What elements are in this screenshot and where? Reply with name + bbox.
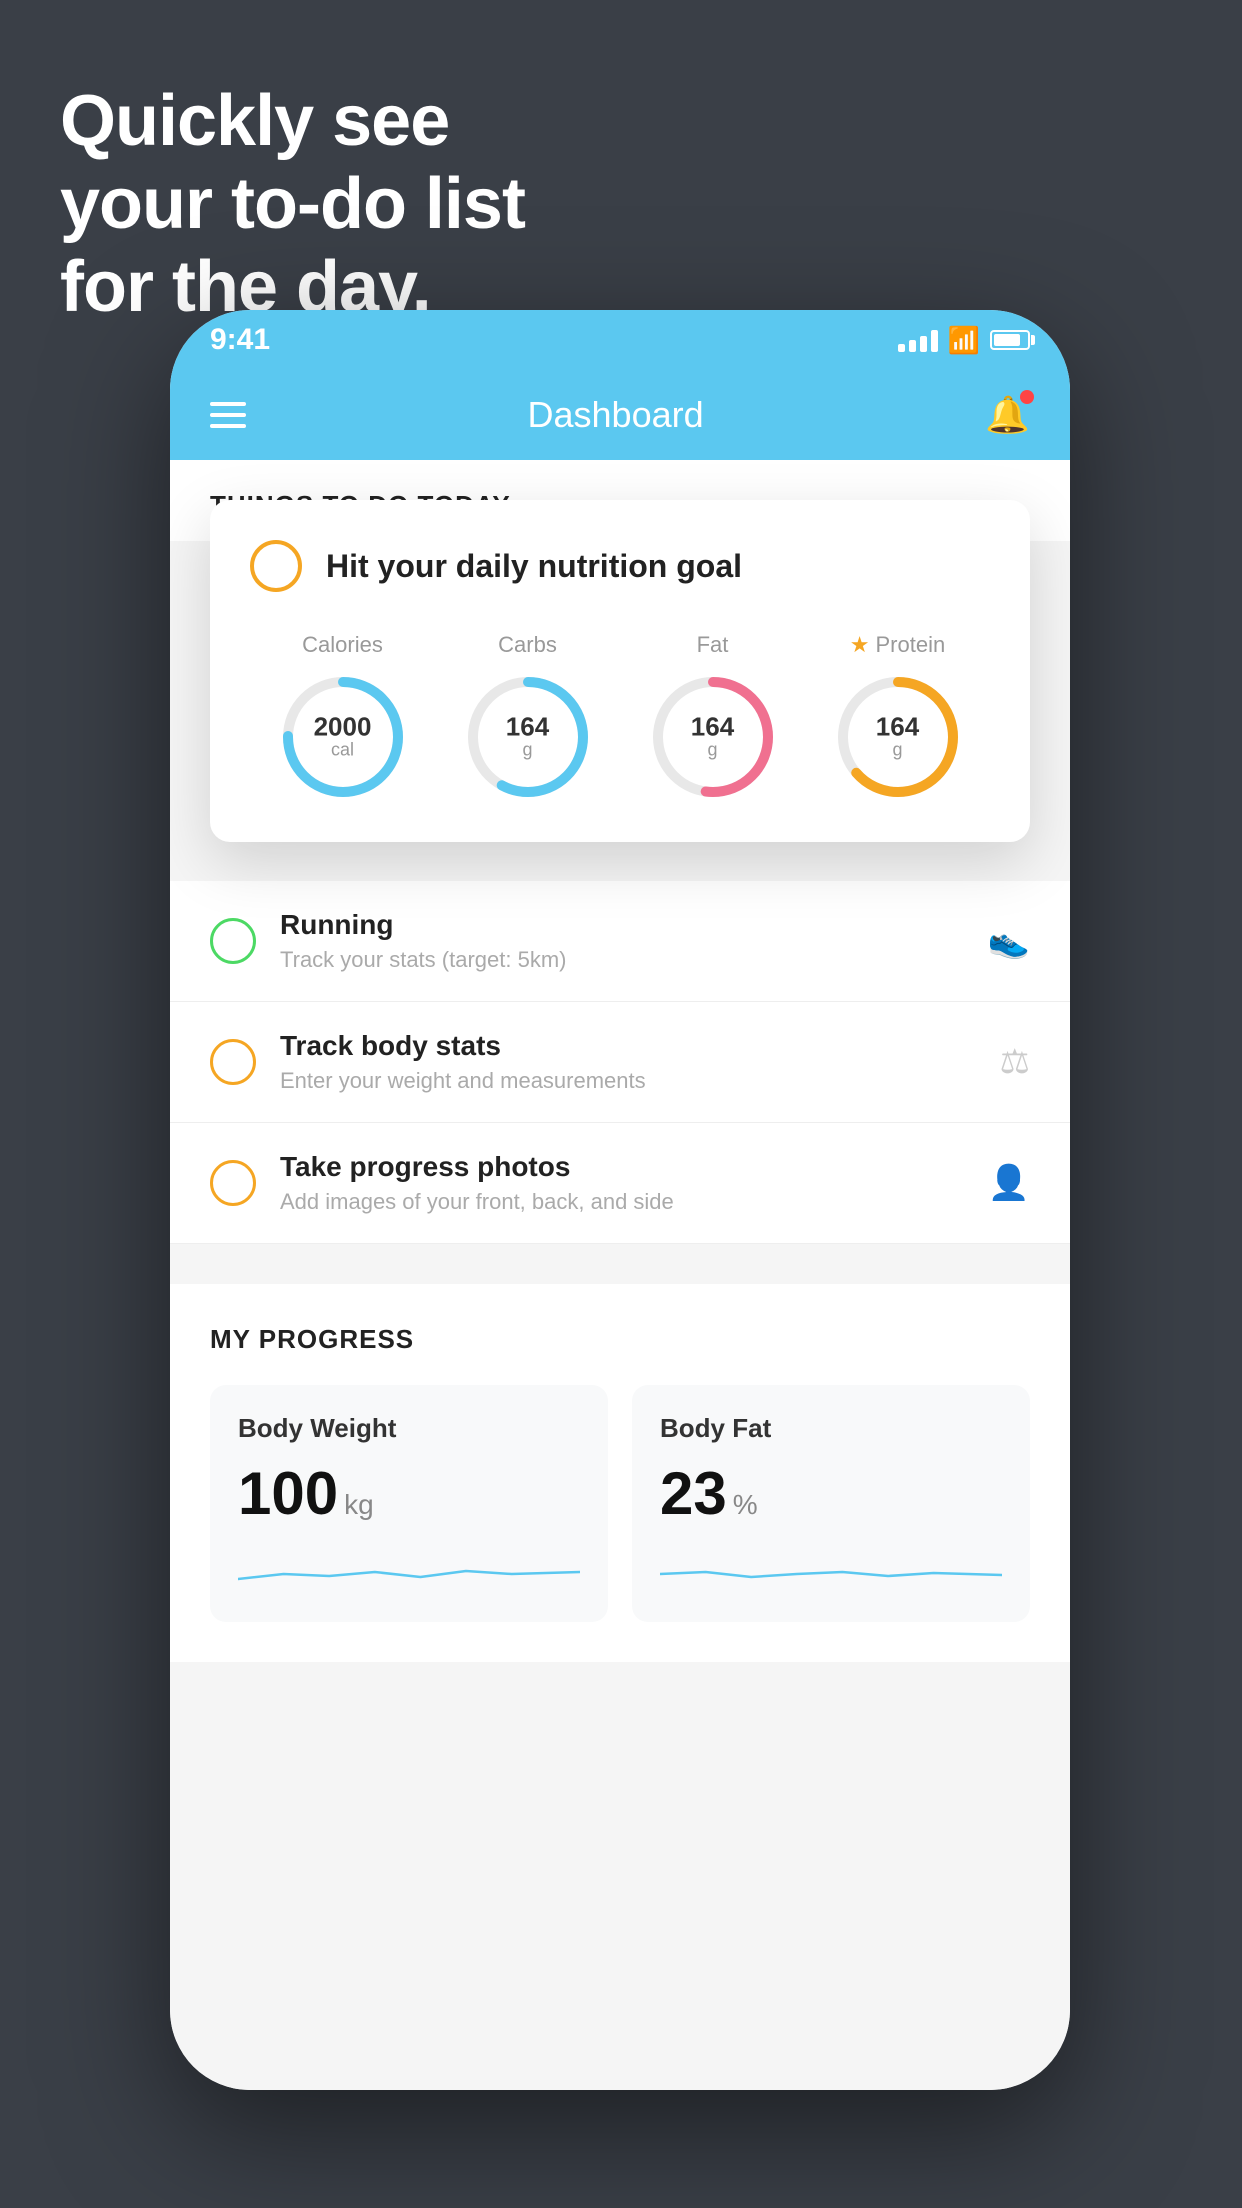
running-subtitle: Track your stats (target: 5km) [280,947,964,973]
star-icon: ★ [850,632,870,658]
person-icon: 👤 [988,1163,1030,1203]
todo-list: Running Track your stats (target: 5km) 👟… [170,881,1070,1244]
calories-unit: cal [314,740,372,761]
protein-label: ★ Protein [850,632,945,658]
running-check-circle[interactable] [210,918,256,964]
shoe-icon: 👟 [988,921,1030,961]
notification-dot [1020,390,1034,404]
content-area: THINGS TO DO TODAY Hit your daily nutrit… [170,460,1070,2090]
signal-icon [898,328,938,352]
body-weight-chart [238,1544,580,1594]
body-fat-card: Body Fat 23% [632,1385,1030,1622]
body-fat-chart [660,1544,1002,1594]
body-fat-label: Body Fat [660,1413,1002,1444]
body-stats-subtitle: Enter your weight and measurements [280,1068,976,1094]
fat-label: Fat [697,632,729,658]
fat-unit: g [691,740,734,761]
progress-title: MY PROGRESS [210,1324,1030,1355]
hamburger-menu[interactable] [210,402,246,428]
nutrition-row: Calories 2000 cal Carbs [250,632,990,802]
carbs-donut: 164 g [463,672,593,802]
progress-cards: Body Weight 100kg Body Fat 23% [210,1385,1030,1622]
body-weight-card: Body Weight 100kg [210,1385,608,1622]
nutrition-protein: ★ Protein 164 g [833,632,963,802]
calories-value: 2000 [314,714,372,740]
body-stats-text: Track body stats Enter your weight and m… [280,1030,976,1094]
card-title: Hit your daily nutrition goal [326,548,742,585]
carbs-value: 164 [506,714,549,740]
hero-text: Quickly see your to-do list for the day. [60,80,525,328]
fat-donut: 164 g [648,672,778,802]
nav-bar: Dashboard 🔔 [170,370,1070,460]
nutrition-fat: Fat 164 g [648,632,778,802]
card-header: Hit your daily nutrition goal [250,540,990,592]
body-weight-value: 100kg [238,1464,580,1524]
notification-bell[interactable]: 🔔 [985,394,1030,436]
running-text: Running Track your stats (target: 5km) [280,909,964,973]
body-stats-check-circle[interactable] [210,1039,256,1085]
wifi-icon: 📶 [948,325,980,356]
photos-title: Take progress photos [280,1151,964,1183]
body-weight-label: Body Weight [238,1413,580,1444]
todo-running[interactable]: Running Track your stats (target: 5km) 👟 [170,881,1070,1002]
body-fat-unit: % [733,1489,758,1520]
protein-value: 164 [876,714,919,740]
nutrition-carbs: Carbs 164 g [463,632,593,802]
calories-label: Calories [302,632,383,658]
status-time: 9:41 [210,323,270,357]
running-title: Running [280,909,964,941]
carbs-label: Carbs [498,632,557,658]
phone-frame: 9:41 📶 Dashboard 🔔 THINGS TO DO TODAY [170,310,1070,2090]
photos-subtitle: Add images of your front, back, and side [280,1189,964,1215]
body-fat-value: 23% [660,1464,1002,1524]
calories-donut: 2000 cal [278,672,408,802]
carbs-unit: g [506,740,549,761]
photos-check-circle[interactable] [210,1160,256,1206]
card-check-circle[interactable] [250,540,302,592]
protein-donut: 164 g [833,672,963,802]
todo-body-stats[interactable]: Track body stats Enter your weight and m… [170,1002,1070,1123]
nutrition-card: Hit your daily nutrition goal Calories 2… [210,500,1030,842]
scale-icon: ⚖ [1000,1042,1030,1082]
progress-section: MY PROGRESS Body Weight 100kg Body Fat [170,1284,1070,1662]
nutrition-calories: Calories 2000 cal [278,632,408,802]
body-weight-unit: kg [344,1489,374,1520]
battery-icon [990,330,1030,350]
fat-value: 164 [691,714,734,740]
nav-title: Dashboard [528,394,704,436]
photos-text: Take progress photos Add images of your … [280,1151,964,1215]
status-icons: 📶 [898,325,1030,356]
body-stats-title: Track body stats [280,1030,976,1062]
status-bar: 9:41 📶 [170,310,1070,370]
protein-unit: g [876,740,919,761]
todo-progress-photos[interactable]: Take progress photos Add images of your … [170,1123,1070,1244]
